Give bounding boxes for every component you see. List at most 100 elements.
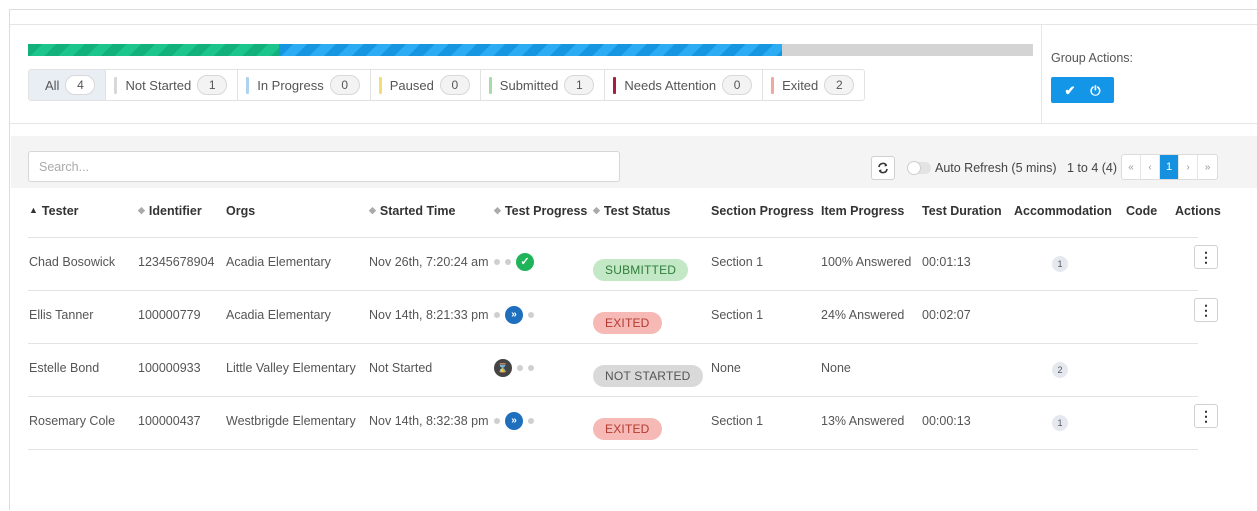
- status-badge: SUBMITTED: [593, 259, 689, 281]
- item-progress: None: [821, 361, 851, 375]
- auto-refresh-label: Auto Refresh (5 mins): [935, 161, 1057, 175]
- filter-count-badge: 0: [439, 75, 470, 95]
- column-header-identifier[interactable]: ◆ Identifier: [138, 186, 202, 235]
- org-name: Little Valley Elementary: [226, 361, 356, 375]
- filter-count-badge: 1: [197, 75, 228, 95]
- prev-page-button[interactable]: ‹: [1141, 155, 1160, 179]
- next-page-button[interactable]: ›: [1179, 155, 1198, 179]
- filter-tab-label: In Progress: [257, 77, 324, 93]
- filter-tab-label: Paused: [389, 77, 434, 93]
- column-header-test-status[interactable]: ◆ Test Status: [593, 186, 670, 235]
- test-duration: 00:02:07: [922, 308, 971, 322]
- status-badge: EXITED: [593, 418, 662, 440]
- sort-icon: ◆: [494, 205, 501, 215]
- item-progress: 13% Answered: [821, 414, 905, 428]
- filter-tab-all[interactable]: All 4: [29, 70, 107, 100]
- filter-tab-label: Needs Attention: [624, 77, 717, 93]
- column-header-item-progress: Item Progress: [821, 203, 905, 218]
- fast-forward-icon: »: [505, 306, 523, 324]
- status-badge: EXITED: [593, 312, 662, 334]
- table-row: Chad Bosowick 12345678904 Acadia Element…: [28, 236, 1218, 291]
- status-filter-tabs: All 4 Not Started 1 In Progress 0 Paused…: [28, 69, 866, 101]
- pagination-range: 1 to 4 (4): [1067, 161, 1118, 175]
- check-icon: ✓: [516, 253, 534, 271]
- item-progress: 24% Answered: [821, 308, 905, 322]
- column-header-code: Code: [1126, 203, 1158, 218]
- group-actions-button-group: ✔ ⏻: [1051, 77, 1114, 103]
- identifier: 100000779: [138, 308, 201, 322]
- progress-segment-remaining: [781, 44, 1033, 56]
- section-progress: None: [711, 361, 741, 375]
- last-page-button[interactable]: »: [1198, 155, 1217, 179]
- testers-table-area: Auto Refresh (5 mins) 1 to 4 (4) « ‹ 1 ›…: [11, 136, 1257, 511]
- group-actions-title: Group Actions:: [1051, 51, 1133, 65]
- double-check-icon[interactable]: ✔: [1064, 84, 1075, 97]
- status-marker: [771, 76, 775, 94]
- filter-tab-not-started[interactable]: Not Started 1: [106, 70, 239, 100]
- pagination: « ‹ 1 › »: [1121, 154, 1218, 180]
- fast-forward-icon: »: [505, 412, 523, 430]
- status-summary-panel: All 4 Not Started 1 In Progress 0 Paused…: [10, 24, 1257, 124]
- section-progress: Section 1: [711, 255, 764, 269]
- filter-tab-exited[interactable]: Exited 2: [763, 70, 864, 100]
- started-time: Not Started: [369, 361, 433, 375]
- started-time: Nov 26th, 7:20:24 am: [369, 255, 489, 269]
- org-name: Westbrigde Elementary: [226, 414, 356, 428]
- identifier: 12345678904: [138, 255, 215, 269]
- column-header-test-progress[interactable]: ◆ Test Progress: [494, 186, 587, 235]
- search-input[interactable]: [28, 151, 620, 182]
- column-header-started-time[interactable]: ◆ Started Time: [369, 186, 455, 235]
- filter-tab-in-progress[interactable]: In Progress 0: [238, 70, 371, 100]
- filter-count-badge: 2: [824, 75, 855, 95]
- column-header-tester[interactable]: ▲ Tester: [29, 186, 79, 235]
- accommodation-badge[interactable]: 2: [1052, 362, 1068, 378]
- status-marker: [488, 76, 492, 94]
- column-header-orgs: Orgs: [226, 203, 256, 218]
- kebab-menu-icon[interactable]: ⋮: [1194, 245, 1218, 269]
- filter-tab-label: Exited: [782, 77, 819, 93]
- first-page-button[interactable]: «: [1122, 155, 1141, 179]
- power-icon[interactable]: ⏻: [1090, 84, 1100, 97]
- progress-segment-in-progress: [279, 44, 782, 56]
- tester-name: Ellis Tanner: [29, 308, 94, 322]
- started-time: Nov 14th, 8:21:33 pm: [369, 308, 489, 322]
- test-duration: 00:01:13: [922, 255, 971, 269]
- test-session-panel: All 4 Not Started 1 In Progress 0 Paused…: [9, 9, 1257, 510]
- tester-name: Rosemary Cole: [29, 414, 116, 428]
- overall-progress-bar: [28, 44, 1033, 56]
- filter-tab-label: Submitted: [499, 77, 559, 93]
- filter-tab-label: Not Started: [125, 77, 192, 93]
- identifier: 100000437: [138, 414, 201, 428]
- sort-icon: ◆: [369, 205, 376, 215]
- identifier: 100000933: [138, 361, 201, 375]
- filter-count-badge: 1: [564, 75, 595, 95]
- section-progress: Section 1: [711, 308, 764, 322]
- filter-tab-submitted[interactable]: Submitted 1: [481, 70, 606, 100]
- item-progress: 100% Answered: [821, 255, 912, 269]
- accommodation-badge[interactable]: 1: [1052, 256, 1068, 272]
- filter-count-badge: 0: [722, 75, 753, 95]
- section-progress: Section 1: [711, 414, 764, 428]
- kebab-menu-icon[interactable]: ⋮: [1194, 404, 1218, 428]
- refresh-button[interactable]: [871, 156, 895, 180]
- refresh-icon: [878, 162, 888, 174]
- column-header-section-progress: Section Progress: [711, 203, 814, 218]
- status-marker: [613, 76, 617, 94]
- tester-name: Estelle Bond: [29, 361, 100, 375]
- tester-name: Chad Bosowick: [29, 255, 116, 269]
- test-progress: ✓: [494, 236, 534, 288]
- hourglass-icon: ⌛: [494, 359, 512, 377]
- group-actions-panel: Group Actions: ✔ ⏻: [1041, 25, 1257, 123]
- started-time: Nov 14th, 8:32:38 pm: [369, 414, 489, 428]
- status-marker: [246, 76, 250, 94]
- filter-tab-needs-attention[interactable]: Needs Attention 0: [605, 70, 764, 100]
- page-1-button[interactable]: 1: [1160, 155, 1179, 179]
- column-header-test-duration: Test Duration: [922, 203, 1002, 218]
- status-marker: [114, 76, 118, 94]
- kebab-menu-icon[interactable]: ⋮: [1194, 298, 1218, 322]
- table-row: Rosemary Cole 100000437 Westbrigde Eleme…: [28, 397, 1218, 450]
- accommodation-badge[interactable]: 1: [1052, 415, 1068, 431]
- auto-refresh-toggle[interactable]: [907, 161, 931, 175]
- filter-tab-paused[interactable]: Paused 0: [371, 70, 481, 100]
- org-name: Acadia Elementary: [226, 255, 331, 269]
